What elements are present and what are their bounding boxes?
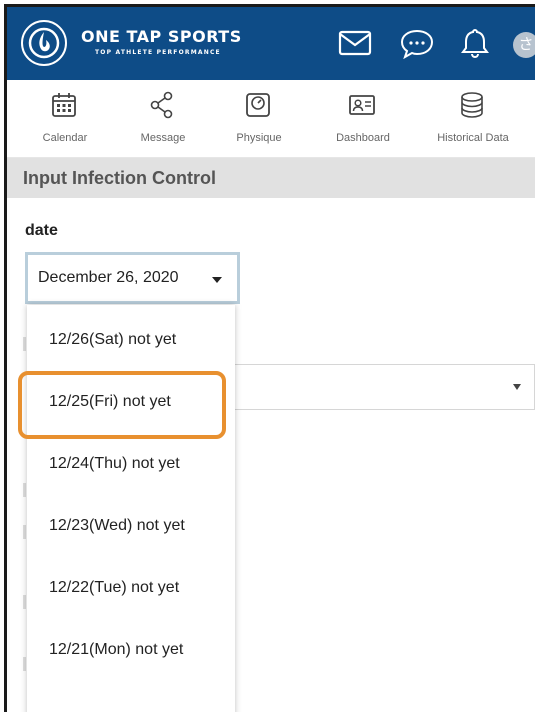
- caret-down-icon: [513, 384, 521, 390]
- brand-title: ONE TAP SPORTS: [81, 27, 242, 46]
- nav-label-historical-data: Historical Data: [437, 132, 509, 144]
- background-field-edge: [23, 525, 26, 539]
- nav-label-message: Message: [140, 132, 186, 144]
- nav-label-dashboard: Dashboard: [336, 132, 390, 144]
- background-select[interactable]: [232, 364, 535, 410]
- date-dropdown-list: 12/26(Sat) not yet 12/25(Fri) not yet 12…: [27, 305, 235, 712]
- option-label: 12/21(Mon) not yet: [49, 641, 184, 658]
- nav-item-historical-data[interactable]: Historical Data: [425, 80, 521, 158]
- dropdown-option[interactable]: 12/21(Mon) not yet: [27, 623, 235, 683]
- share-icon: [150, 91, 173, 119]
- dropdown-option[interactable]: 12/26(Sat) not yet: [27, 313, 235, 373]
- app-header: ONE TAP SPORTS TOP ATHLETE PERFORMANCE さ: [7, 7, 535, 80]
- nav-item-physique[interactable]: Physique: [211, 80, 307, 158]
- background-field-edge: [23, 657, 26, 671]
- nav-item-dashboard[interactable]: Dashboard: [315, 80, 411, 158]
- nav-item-message[interactable]: Message: [115, 80, 211, 158]
- caret-down-icon: [212, 277, 222, 283]
- mail-icon[interactable]: [337, 27, 373, 59]
- scale-icon: [246, 93, 270, 117]
- date-label: date: [25, 222, 58, 239]
- option-label: 12/23(Wed) not yet: [49, 517, 185, 534]
- dropdown-option[interactable]: 12/23(Wed) not yet: [27, 499, 235, 559]
- database-icon: [461, 92, 483, 118]
- bell-icon[interactable]: [457, 27, 493, 59]
- option-label: 12/24(Thu) not yet: [49, 455, 180, 472]
- logo-icon: [21, 20, 67, 66]
- nav-item-calendar[interactable]: Calendar: [17, 80, 113, 158]
- background-field-edge: [23, 595, 26, 609]
- avatar[interactable]: さ: [513, 32, 535, 58]
- dropdown-option[interactable]: 12/22(Tue) not yet: [27, 561, 235, 621]
- section-bar: Input Infection Control: [7, 158, 535, 198]
- background-field-edge: [23, 483, 26, 497]
- option-label: 12/22(Tue) not yet: [49, 579, 180, 596]
- option-label: 12/26(Sat) not yet: [49, 331, 177, 348]
- app-frame: ONE TAP SPORTS TOP ATHLETE PERFORMANCE さ: [4, 4, 535, 712]
- id-card-icon: [349, 95, 375, 115]
- calendar-icon: [52, 93, 76, 117]
- dropdown-option[interactable]: 12/24(Thu) not yet: [27, 437, 235, 497]
- highlight-box: [18, 371, 226, 439]
- brand-subtitle: TOP ATHLETE PERFORMANCE: [95, 49, 221, 56]
- nav-label-calendar: Calendar: [42, 132, 88, 144]
- section-title: Input Infection Control: [23, 168, 216, 188]
- background-field-edge: [23, 337, 26, 351]
- nav-label-physique: Physique: [236, 132, 282, 144]
- date-select[interactable]: December 26, 2020: [25, 252, 240, 304]
- main-nav: Calendar Message Physique Dashboard Hist…: [7, 80, 535, 158]
- chat-icon[interactable]: [399, 27, 435, 60]
- date-select-value: December 26, 2020: [38, 269, 179, 286]
